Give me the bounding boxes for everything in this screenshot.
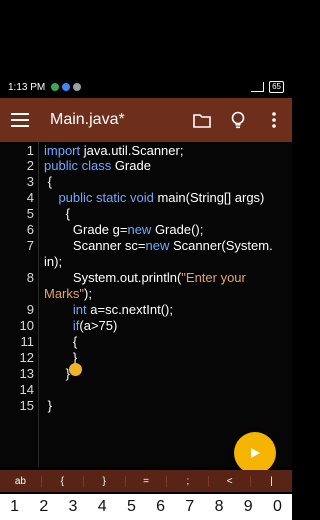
code-text: Marks");: [44, 286, 92, 302]
symbol-key[interactable]: <: [209, 475, 252, 487]
symbol-key[interactable]: ab: [0, 475, 42, 487]
keyword-token: new: [127, 222, 152, 237]
notification-icon: [51, 83, 60, 91]
status-time: 1:13 PM: [8, 81, 46, 93]
text-cursor-handle[interactable]: [69, 363, 82, 376]
battery-icon: 65: [269, 81, 284, 93]
number-key[interactable]: 2: [29, 498, 58, 516]
line-number: 6: [26, 222, 34, 237]
code-text: public class Grade: [44, 158, 151, 174]
symbol-key[interactable]: |: [251, 476, 292, 487]
code-text: Grade g=new Grade();: [44, 222, 203, 238]
number-key[interactable]: 6: [146, 498, 175, 516]
code-token: java.util.Scanner;: [80, 143, 184, 158]
app-bar-actions: [184, 98, 292, 142]
code-token: }: [44, 398, 52, 413]
code-token: Grade g=: [44, 222, 128, 237]
status-right: 65: [251, 81, 284, 93]
line-number: 8: [26, 270, 34, 285]
code-text: }: [44, 398, 52, 414]
line-number: 13: [19, 366, 34, 381]
symbol-bar: ab{} =; < |: [0, 470, 292, 492]
string-token: Marks": [44, 286, 85, 301]
notification-icon: [62, 83, 71, 91]
line-number: 10: [19, 318, 34, 333]
number-key[interactable]: 5: [117, 498, 146, 516]
number-key[interactable]: 1: [0, 498, 29, 516]
line-number: 11: [20, 334, 35, 349]
symbol-key[interactable]: =: [126, 475, 168, 487]
keyword-token: import: [44, 143, 81, 158]
line-number: 9: [26, 302, 34, 317]
code-token: Scanner(System.: [169, 238, 273, 253]
code-text: public static void main(String[] args): [44, 190, 264, 206]
code-text: }: [44, 366, 70, 382]
menu-icon[interactable]: [0, 98, 40, 142]
line-number: 5: [26, 206, 34, 221]
top-blank-area: [0, 0, 292, 76]
code-text: int a=sc.nextInt();: [44, 302, 173, 318]
line-number: 12: [19, 350, 34, 365]
status-bar: 1:13 PM 65: [0, 76, 292, 98]
lightbulb-icon[interactable]: [220, 98, 256, 142]
code-token: a=sc.nextInt();: [86, 302, 173, 317]
code-text: {: [44, 334, 77, 350]
line-number: 14: [19, 382, 34, 397]
code-token: {: [44, 174, 52, 189]
keyword-token: new: [145, 238, 170, 253]
gutter-divider: [38, 142, 39, 467]
number-key[interactable]: 0: [263, 498, 292, 516]
symbol-key[interactable]: ;: [167, 475, 210, 487]
code-token: Scanner sc=: [44, 238, 146, 253]
keyword-token: public static void: [58, 190, 154, 205]
code-token: main(String[] args): [153, 190, 265, 205]
line-number: 7: [26, 238, 34, 253]
line-number: 2: [26, 158, 34, 173]
keyboard-number-row: 1234567890: [0, 494, 292, 520]
code-text: {: [44, 174, 52, 190]
number-key[interactable]: 3: [58, 498, 87, 516]
signal-icon: [251, 82, 265, 92]
line-number: 1: [26, 143, 34, 158]
symbol-key[interactable]: {: [42, 475, 84, 487]
play-icon: [251, 448, 260, 458]
number-key[interactable]: 7: [175, 498, 204, 516]
code-token: Grade: [111, 158, 151, 173]
number-key[interactable]: 4: [88, 498, 117, 516]
keyword-token: int: [72, 302, 87, 317]
code-token: (a>75): [79, 318, 118, 333]
keyword-token: public class: [44, 158, 112, 173]
code-editor[interactable]: 1 import java.util.Scanner; 2 public class …: [0, 142, 292, 467]
code-text: import java.util.Scanner;: [44, 143, 183, 159]
number-key[interactable]: 8: [204, 498, 233, 516]
number-key[interactable]: 9: [234, 498, 263, 516]
code-token: {: [44, 334, 78, 349]
symbol-key[interactable]: }: [84, 475, 126, 487]
notification-icon: [73, 83, 82, 91]
line-number: 3: [26, 174, 34, 189]
code-token: in);: [44, 254, 63, 269]
code-token: {: [44, 206, 71, 221]
code-text: {: [44, 206, 70, 222]
notification-icons: [51, 83, 82, 91]
code-token: }: [44, 366, 71, 381]
more-vert-icon[interactable]: [256, 98, 292, 142]
line-number: 15: [19, 398, 34, 413]
app-bar: Main.java*: [0, 98, 292, 142]
file-title: Main.java*: [50, 111, 125, 128]
run-button[interactable]: [234, 432, 276, 474]
code-text: Scanner sc=new Scanner(System.: [44, 238, 273, 254]
folder-icon[interactable]: [184, 98, 220, 142]
line-number: 4: [26, 190, 34, 205]
code-text: if(a>75): [44, 318, 117, 334]
code-token: Grade();: [151, 222, 204, 237]
string-token: "Enter your: [181, 270, 246, 285]
code-text: in);: [44, 254, 62, 270]
code-token: System.out.println(: [44, 270, 182, 285]
code-text: System.out.println("Enter your: [44, 270, 246, 286]
code-token: );: [84, 286, 92, 301]
